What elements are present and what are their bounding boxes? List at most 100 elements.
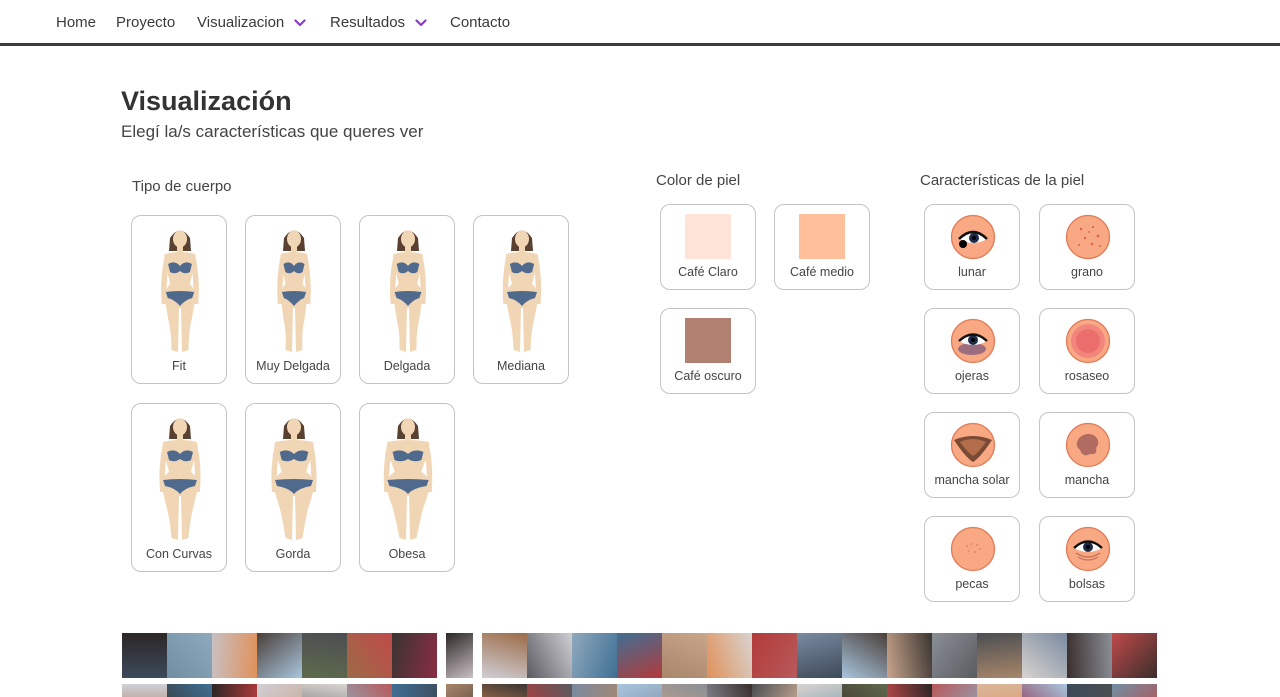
photo-thumbnail[interactable]: [572, 684, 617, 697]
photo-thumbnail[interactable]: [662, 684, 707, 697]
photo-thumbnail[interactable]: [122, 633, 167, 678]
photo-thumbnail[interactable]: [1067, 684, 1112, 697]
photo-thumbnail[interactable]: [392, 684, 437, 697]
page-subtitle: Elegí la/s características que queres ve…: [121, 122, 424, 141]
photo-thumbnail[interactable]: [887, 684, 932, 697]
skin-feature-card-mancha-solar[interactable]: mancha solar: [924, 412, 1020, 498]
photo-thumbnail[interactable]: [1112, 684, 1157, 697]
nav-proyecto[interactable]: Proyecto: [116, 14, 175, 31]
color-swatch: [685, 318, 731, 363]
photo-thumbnail[interactable]: [797, 633, 842, 678]
skin-feature-label: lunar: [958, 265, 986, 279]
nav-visualizacion-dropdown[interactable]: Visualizacion: [197, 14, 306, 31]
body-type-label: Mediana: [497, 359, 545, 373]
photo-thumbnail[interactable]: [347, 684, 392, 697]
skin-color-section-label: Color de piel: [656, 172, 741, 189]
photo-thumbnail[interactable]: [347, 633, 392, 678]
dark-circles-icon: [950, 318, 996, 364]
photo-thumbnail[interactable]: [392, 633, 437, 678]
photo-thumbnail[interactable]: [1112, 633, 1157, 678]
photo-thumbnail[interactable]: [932, 684, 977, 697]
photo-thumbnail[interactable]: [842, 684, 887, 697]
eye-mole-icon: [950, 214, 996, 260]
photo-thumbnail[interactable]: [752, 633, 797, 678]
photo-thumbnail[interactable]: [797, 684, 842, 697]
nav-contacto[interactable]: Contacto: [450, 14, 510, 31]
body-type-section-label: Tipo de cuerpo: [132, 178, 232, 195]
page-title: Visualización: [121, 86, 292, 116]
skin-feature-card-lunar[interactable]: lunar: [924, 204, 1020, 290]
body-figure-icon: [383, 418, 433, 540]
spot-icon: [1065, 422, 1111, 468]
skin-color-card-cafe-oscuro[interactable]: Café oscuro: [660, 308, 756, 394]
photo-thumbnail[interactable]: [707, 684, 752, 697]
body-type-card-con-curvas[interactable]: Con Curvas: [131, 403, 227, 572]
photo-thumbnail[interactable]: [527, 684, 572, 697]
photo-thumbnail[interactable]: [1067, 633, 1112, 678]
nav-home[interactable]: Home: [56, 14, 96, 31]
skin-feature-label: rosaseo: [1064, 369, 1110, 383]
skin-color-card-cafe-claro[interactable]: Café Claro: [660, 204, 756, 290]
body-type-card-fit[interactable]: Fit: [131, 215, 227, 384]
nav-resultados-dropdown[interactable]: Resultados: [330, 14, 427, 31]
freckles-icon: [950, 526, 996, 572]
photo-thumbnail[interactable]: [707, 633, 752, 678]
photo-thumbnail[interactable]: [887, 633, 932, 678]
nav-home-label: Home: [56, 14, 97, 31]
skin-feature-card-bolsas[interactable]: bolsas: [1039, 516, 1135, 602]
body-type-card-delgada[interactable]: Delgada: [359, 215, 455, 384]
photo-thumbnail[interactable]: [302, 684, 347, 697]
photo-thumbnail[interactable]: [977, 684, 1022, 697]
sun-spot-icon: [950, 422, 996, 468]
photo-thumbnail[interactable]: [932, 633, 977, 678]
body-figure-icon: [271, 418, 317, 540]
body-type-card-gorda[interactable]: Gorda: [245, 403, 341, 572]
photo-thumbnail[interactable]: [446, 633, 473, 678]
body-type-card-obesa[interactable]: Obesa: [359, 403, 455, 572]
photo-thumbnail[interactable]: [167, 633, 212, 678]
body-type-label: Delgada: [383, 359, 431, 373]
color-swatch: [685, 214, 731, 259]
skin-color-card-cafe-medio[interactable]: Café medio: [774, 204, 870, 290]
photo-thumbnail[interactable]: [977, 633, 1022, 678]
photo-thumbnail[interactable]: [1022, 684, 1067, 697]
photo-thumbnail[interactable]: [446, 684, 473, 697]
skin-feature-card-mancha[interactable]: mancha: [1039, 412, 1135, 498]
photo-thumbnail[interactable]: [212, 633, 257, 678]
photo-thumbnail[interactable]: [302, 633, 347, 678]
body-figure-icon: [159, 418, 201, 540]
photo-gallery-strip: [0, 633, 1280, 697]
color-swatch: [799, 214, 845, 259]
skin-feature-card-grano[interactable]: grano: [1039, 204, 1135, 290]
photo-thumbnail[interactable]: [257, 633, 302, 678]
photo-thumbnail[interactable]: [662, 633, 707, 678]
photo-thumbnail[interactable]: [617, 633, 662, 678]
rosacea-icon: [1065, 318, 1111, 364]
nav-proyecto-label: Proyecto: [116, 14, 176, 31]
photo-thumbnail[interactable]: [617, 684, 662, 697]
photo-thumbnail[interactable]: [572, 633, 617, 678]
skin-feature-card-pecas[interactable]: pecas: [924, 516, 1020, 602]
photo-thumbnail[interactable]: [257, 684, 302, 697]
photo-thumbnail[interactable]: [527, 633, 572, 678]
photo-thumbnail[interactable]: [752, 684, 797, 697]
photo-thumbnail[interactable]: [212, 684, 257, 697]
photo-thumbnail[interactable]: [842, 633, 887, 678]
nav-resultados-label: Resultados: [330, 14, 406, 31]
photo-thumbnail[interactable]: [167, 684, 212, 697]
photo-thumbnail[interactable]: [122, 684, 167, 697]
body-type-card-mediana[interactable]: Mediana: [473, 215, 569, 384]
body-type-card-muy-delgada[interactable]: Muy Delgada: [245, 215, 341, 384]
photo-thumbnail[interactable]: [482, 633, 527, 678]
skin-feature-label: ojeras: [954, 369, 990, 383]
skin-feature-card-ojeras[interactable]: ojeras: [924, 308, 1020, 394]
photo-thumbnail[interactable]: [482, 684, 527, 697]
body-type-label: Fit: [172, 359, 186, 373]
skin-feature-card-rosaseo[interactable]: rosaseo: [1039, 308, 1135, 394]
photo-thumbnail[interactable]: [1022, 633, 1067, 678]
skin-color-label: Café medio: [790, 265, 854, 279]
nav-visualizacion-label: Visualizacion: [197, 14, 285, 31]
nav-contacto-label: Contacto: [450, 14, 511, 31]
skin-feature-label: pecas: [955, 577, 989, 591]
skin-features-section-label: Características de la piel: [920, 172, 1085, 189]
